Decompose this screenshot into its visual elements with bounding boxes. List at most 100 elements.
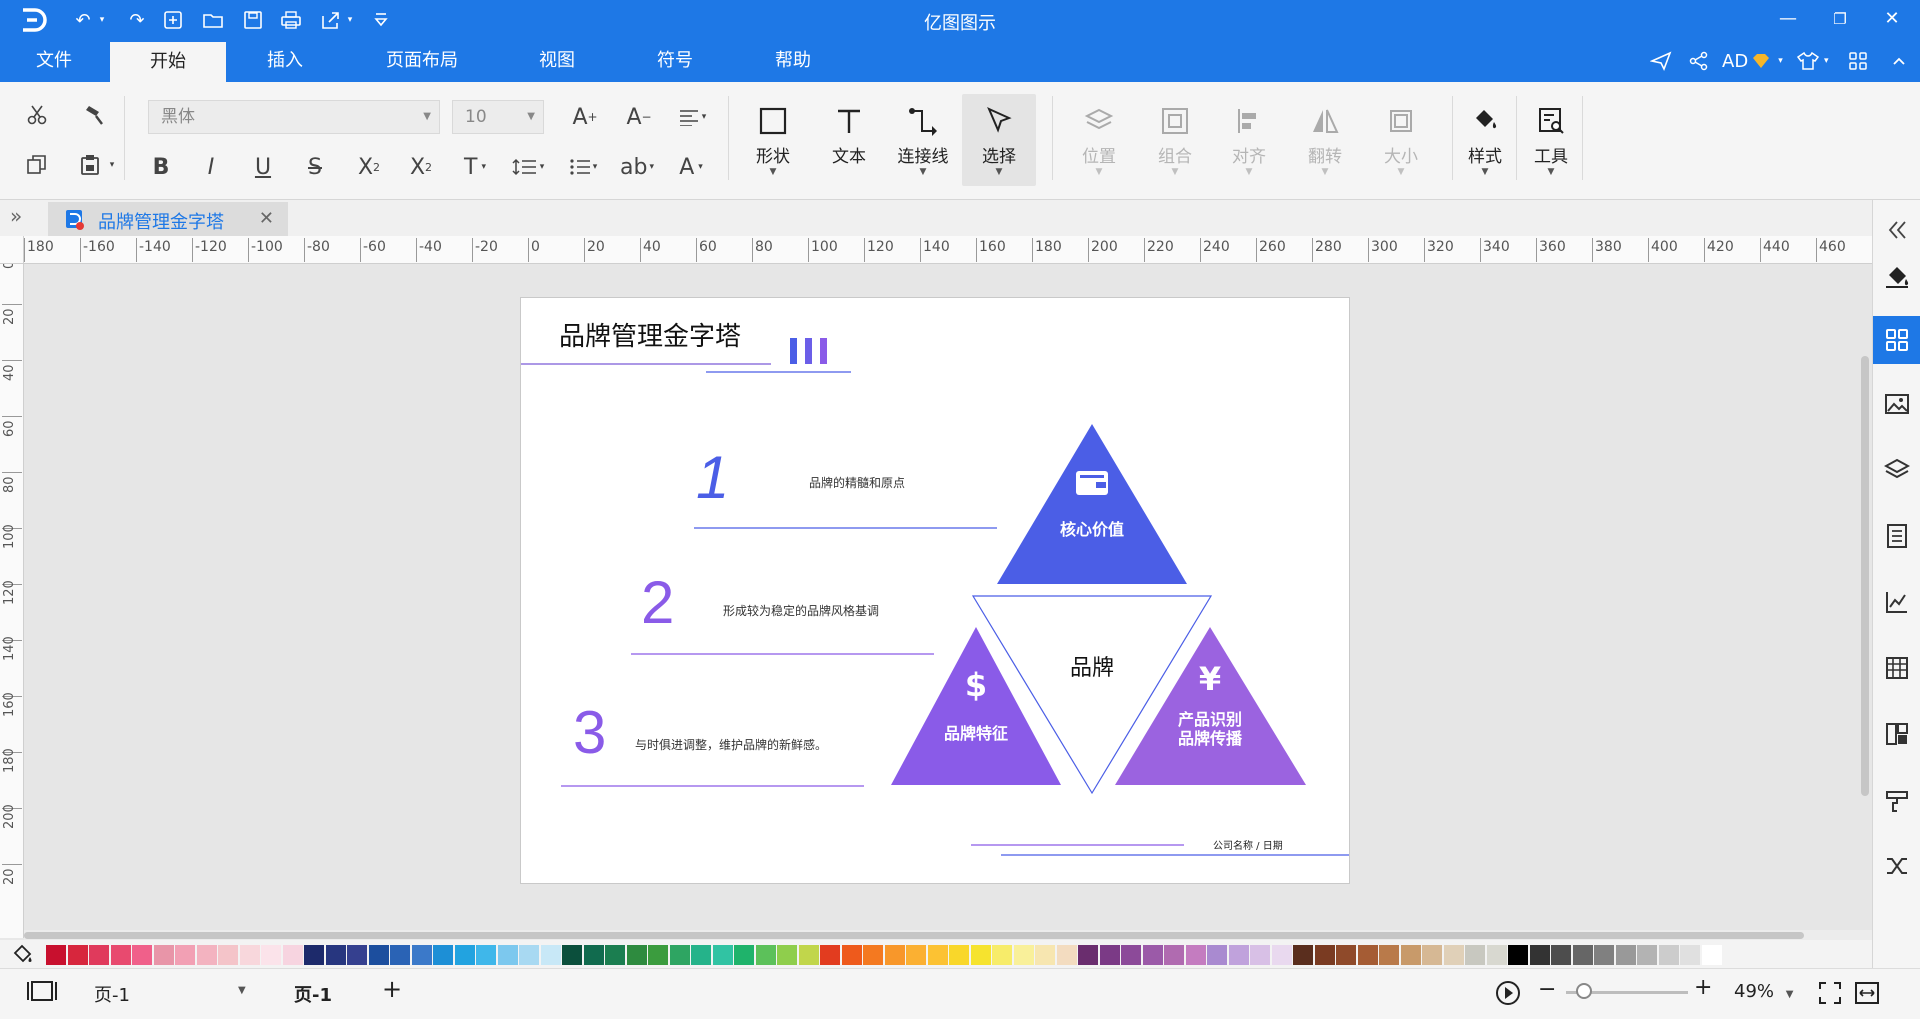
paste-dropdown-icon[interactable]: ▾ xyxy=(106,158,118,172)
format-painter-icon[interactable] xyxy=(80,100,110,130)
color-swatch[interactable] xyxy=(1164,945,1184,965)
color-swatch[interactable] xyxy=(1250,945,1270,965)
new-file-icon[interactable] xyxy=(160,8,186,32)
font-size-select[interactable]: 10 ▼ xyxy=(452,100,544,134)
strikethrough-icon[interactable]: S xyxy=(300,152,330,182)
undo-dropdown-icon[interactable]: ▾ xyxy=(96,8,108,32)
shuffle-panel-icon[interactable] xyxy=(1873,842,1920,890)
color-swatch[interactable] xyxy=(390,945,410,965)
color-swatch[interactable] xyxy=(1336,945,1356,965)
line-spacing-icon[interactable]: ▾ xyxy=(504,152,552,182)
color-swatch[interactable] xyxy=(1615,945,1636,965)
italic-icon[interactable]: I xyxy=(196,152,226,182)
layers-panel-icon[interactable] xyxy=(1873,446,1920,494)
image-panel-icon[interactable] xyxy=(1873,380,1920,428)
copy-icon[interactable] xyxy=(22,150,52,180)
account-button[interactable]: AD ▾ xyxy=(1722,48,1783,74)
customize-quick-access-icon[interactable] xyxy=(368,8,394,32)
color-swatch[interactable] xyxy=(1228,945,1249,965)
color-swatch[interactable] xyxy=(949,945,969,965)
right-triangle-label[interactable]: 产品识别 品牌传播 xyxy=(1160,710,1260,748)
close-tab-icon[interactable]: ✕ xyxy=(259,208,274,229)
color-swatch[interactable] xyxy=(755,945,776,965)
color-swatch[interactable] xyxy=(1121,945,1141,965)
color-swatch[interactable] xyxy=(1099,945,1120,965)
collapse-right-panel-icon[interactable] xyxy=(1873,206,1920,254)
color-swatch[interactable] xyxy=(1680,945,1700,965)
color-swatch[interactable] xyxy=(562,945,582,965)
page-tab[interactable]: 页-1 xyxy=(294,981,332,1007)
color-swatch[interactable] xyxy=(1422,945,1442,965)
text-button[interactable]: 文本 xyxy=(814,94,884,186)
format-panel-icon[interactable] xyxy=(1873,776,1920,824)
font-grow-icon[interactable]: A + xyxy=(568,102,602,132)
flip-button[interactable]: 翻转 ▼ xyxy=(1290,94,1360,186)
top-triangle-label[interactable]: 核心价值 xyxy=(1042,516,1142,540)
color-swatch[interactable] xyxy=(1572,945,1593,965)
color-swatch[interactable] xyxy=(540,945,561,965)
center-triangle-label[interactable]: 品牌 xyxy=(1042,650,1142,682)
color-swatch[interactable] xyxy=(1400,945,1421,965)
color-swatch[interactable] xyxy=(691,945,711,965)
color-swatch[interactable] xyxy=(906,945,926,965)
color-swatch[interactable] xyxy=(1637,945,1657,965)
export-icon[interactable] xyxy=(318,8,344,32)
color-swatch[interactable] xyxy=(454,945,475,965)
color-swatch[interactable] xyxy=(1357,945,1378,965)
step-1-number[interactable]: 1 xyxy=(696,443,729,512)
vertical-ruler[interactable]: 0 20 40 60 80 100 120 140 160 180 200 20 xyxy=(0,264,24,938)
print-icon[interactable] xyxy=(278,8,304,32)
step-2-text[interactable]: 形成较为稳定的品牌风格基调 xyxy=(723,602,879,619)
step-2-number[interactable]: 2 xyxy=(641,568,674,637)
horizontal-scroll-thumb[interactable] xyxy=(24,932,1804,939)
bold-icon[interactable]: B xyxy=(146,152,176,182)
superscript-icon[interactable]: X2 xyxy=(352,152,386,182)
color-swatch[interactable] xyxy=(1271,945,1292,965)
color-swatch[interactable] xyxy=(734,945,754,965)
color-swatch[interactable] xyxy=(1185,945,1206,965)
color-swatch[interactable] xyxy=(132,945,152,965)
open-folder-icon[interactable] xyxy=(200,8,226,32)
connector-button[interactable]: 连接线 ▼ xyxy=(888,94,958,186)
align-button[interactable]: 对齐 ▼ xyxy=(1214,94,1284,186)
cut-icon[interactable] xyxy=(22,100,52,130)
color-swatch[interactable] xyxy=(798,945,819,965)
text-case-icon[interactable]: ab ▾ xyxy=(614,152,660,182)
fit-page-icon[interactable] xyxy=(1818,981,1842,1010)
data-panel-icon[interactable] xyxy=(1873,710,1920,758)
color-swatch[interactable] xyxy=(927,945,948,965)
color-swatch[interactable] xyxy=(411,945,432,965)
color-swatch[interactable] xyxy=(1314,945,1335,965)
color-swatch[interactable] xyxy=(433,945,453,965)
color-swatch[interactable] xyxy=(626,945,647,965)
left-triangle-label[interactable]: 品牌特征 xyxy=(926,720,1026,744)
bullet-list-icon[interactable]: ▾ xyxy=(560,152,606,182)
color-swatch[interactable] xyxy=(1658,945,1679,965)
color-swatch[interactable] xyxy=(347,945,367,965)
color-swatch[interactable] xyxy=(89,945,109,965)
shape-button[interactable]: 形状 ▼ xyxy=(738,94,808,186)
vertical-scroll-thumb[interactable] xyxy=(1861,356,1869,796)
color-swatch[interactable] xyxy=(1293,945,1313,965)
minimize-button[interactable]: — xyxy=(1766,4,1810,34)
underline-icon[interactable]: U xyxy=(248,152,278,182)
color-swatch[interactable] xyxy=(605,945,625,965)
color-swatch[interactable] xyxy=(1443,945,1464,965)
color-swatch[interactable] xyxy=(1379,945,1399,965)
color-swatch[interactable] xyxy=(368,945,389,965)
color-swatch[interactable] xyxy=(1078,945,1098,965)
color-swatch[interactable] xyxy=(497,945,518,965)
color-swatch[interactable] xyxy=(1529,945,1550,965)
paste-icon[interactable] xyxy=(76,150,106,180)
color-swatch[interactable] xyxy=(325,945,346,965)
undo-icon[interactable]: ↶ xyxy=(70,8,96,32)
app-logo-icon[interactable] xyxy=(18,6,48,34)
fill-bucket-icon[interactable] xyxy=(10,942,34,966)
color-swatch[interactable] xyxy=(583,945,604,965)
expand-panel-icon[interactable]: » xyxy=(10,204,22,228)
font-family-select[interactable]: 黑体 ▼ xyxy=(148,100,440,134)
text-align-icon[interactable]: ▾ xyxy=(672,102,712,132)
color-swatch[interactable] xyxy=(884,945,905,965)
color-swatch[interactable] xyxy=(1035,945,1055,965)
color-swatch[interactable] xyxy=(712,945,733,965)
